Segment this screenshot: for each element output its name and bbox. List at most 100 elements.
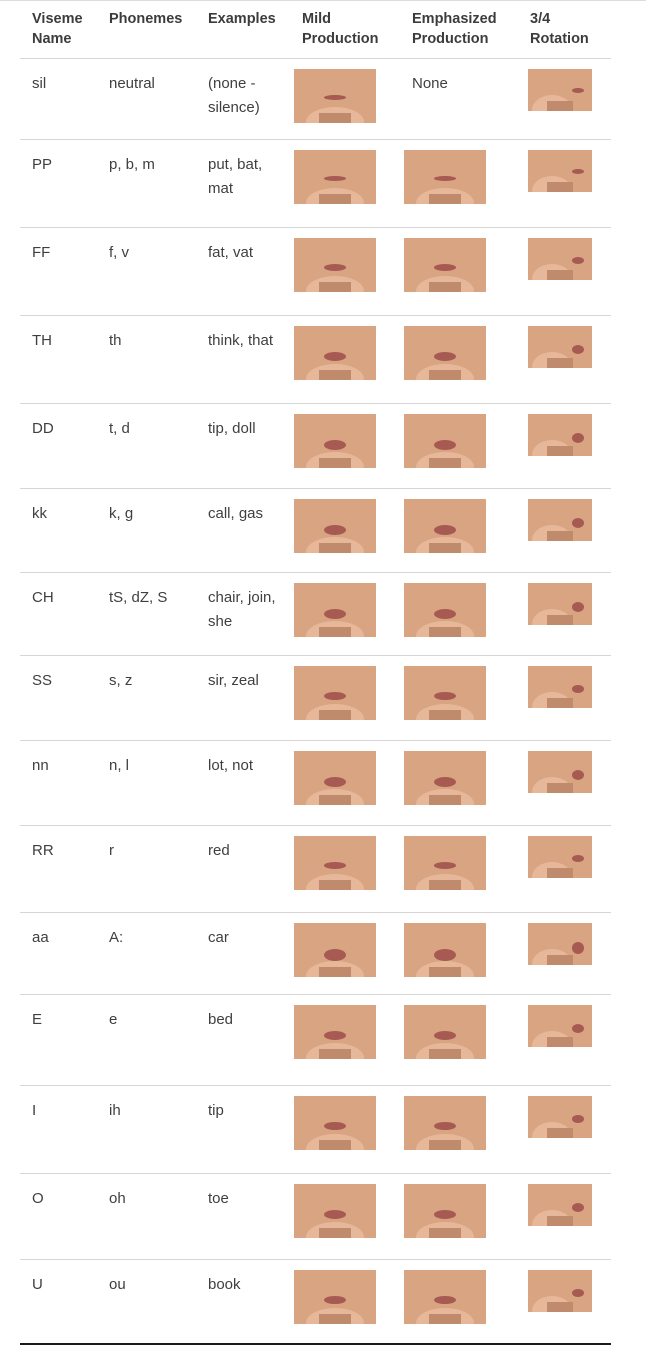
face-neck (428, 370, 462, 380)
rotation-image (528, 1005, 592, 1047)
face-neck (318, 880, 352, 890)
emphasized-production-image-cell (400, 740, 518, 826)
face-mouth (434, 776, 456, 787)
emphasized-production-image (404, 583, 486, 637)
viseme-name: DD (20, 403, 97, 489)
face-mouth (434, 608, 456, 619)
table-row: FF f, v fat, vat (20, 227, 611, 316)
mild-production-image-cell (290, 1173, 400, 1260)
face-mouth (324, 439, 346, 450)
emphasized-production-image (404, 150, 486, 204)
face-neck (318, 967, 352, 977)
emphasized-production-text: None (400, 58, 518, 140)
face-neck (547, 955, 573, 965)
face-mouth (571, 257, 584, 265)
emphasized-production-image (404, 1005, 486, 1059)
rotation-image (528, 666, 592, 708)
face-neck (547, 1037, 573, 1047)
mild-production-image (294, 326, 376, 380)
viseme-name: nn (20, 740, 97, 826)
face-mouth (571, 855, 584, 863)
rotation-image (528, 238, 592, 280)
face-neck (428, 194, 462, 204)
face-neck (318, 710, 352, 720)
face-neck (428, 1228, 462, 1238)
table-row: RR r red (20, 825, 611, 913)
face-neck (547, 783, 573, 793)
viseme-name: aa (20, 912, 97, 995)
viseme-phonemes: k, g (97, 488, 196, 573)
rotation-image-cell (518, 740, 611, 826)
face-neck (547, 1216, 573, 1226)
rotation-image-cell (518, 58, 611, 140)
header-rotation: 3/4 Rotation (518, 1, 611, 59)
viseme-phonemes: e (97, 994, 196, 1086)
rotation-image (528, 1096, 592, 1138)
mild-production-image (294, 1005, 376, 1059)
rotation-image-cell (518, 488, 611, 573)
face-mouth (434, 1030, 456, 1040)
face-neck (318, 1049, 352, 1059)
face-neck (428, 795, 462, 805)
viseme-examples: fat, vat (196, 227, 290, 316)
emphasized-production-image (404, 326, 486, 380)
mild-production-image (294, 1184, 376, 1238)
viseme-table: Viseme Name Phonemes Examples Mild Product… (20, 1, 611, 1345)
viseme-examples: tip (196, 1085, 290, 1174)
viseme-examples: tip, doll (196, 403, 290, 489)
table-header-row: Viseme Name Phonemes Examples Mild Product… (20, 1, 611, 59)
face-mouth (434, 861, 456, 869)
face-mouth (324, 1121, 346, 1130)
rotation-image-cell (518, 1259, 611, 1345)
table-row: Ee bed (20, 994, 611, 1086)
viseme-phonemes: p, b, m (97, 139, 196, 228)
face-mouth (324, 94, 346, 100)
face-neck (428, 458, 462, 468)
face-neck (547, 698, 573, 708)
rotation-image-cell (518, 1173, 611, 1260)
viseme-examples: call, gas (196, 488, 290, 573)
header-examples: Examples (196, 1, 290, 59)
face-mouth (324, 1295, 346, 1304)
viseme-name: TH (20, 315, 97, 404)
mild-production-image-cell (290, 403, 400, 489)
mild-production-image-cell (290, 1259, 400, 1345)
emphasized-production-image-cell (400, 655, 518, 741)
table-row: Uou book (20, 1259, 611, 1345)
viseme-name: SS (20, 655, 97, 741)
viseme-phonemes: r (97, 825, 196, 913)
emphasized-production-image-cell (400, 1173, 518, 1260)
rotation-image-cell (518, 403, 611, 489)
face-mouth (434, 263, 456, 271)
table-row: Iih tip (20, 1085, 611, 1174)
viseme-name: RR (20, 825, 97, 913)
face-neck (428, 627, 462, 637)
mild-production-image (294, 1270, 376, 1324)
face-neck (318, 1314, 352, 1324)
viseme-examples: think, that (196, 315, 290, 404)
emphasized-production-image-cell (400, 403, 518, 489)
viseme-phonemes: oh (97, 1173, 196, 1260)
face-mouth (434, 948, 456, 961)
table-row: Ooh toe (20, 1173, 611, 1260)
face-mouth (571, 518, 584, 529)
face-mouth (434, 1209, 456, 1219)
emphasized-production-image (404, 1096, 486, 1150)
viseme-phonemes: s, z (97, 655, 196, 741)
face-neck (318, 1228, 352, 1238)
viseme-name: sil (20, 58, 97, 140)
rotation-image-cell (518, 912, 611, 995)
table-row: TH th think, that (20, 315, 611, 404)
header-phonemes: Phonemes (97, 1, 196, 59)
face-neck (318, 543, 352, 553)
emphasized-production-image-cell (400, 1259, 518, 1345)
face-neck (318, 795, 352, 805)
face-neck (428, 543, 462, 553)
face-neck (547, 358, 573, 368)
face-neck (547, 1128, 573, 1138)
viseme-examples: put, bat, mat (196, 139, 290, 228)
face-mouth (324, 1030, 346, 1040)
face-neck (428, 1049, 462, 1059)
emphasized-production-image-cell (400, 994, 518, 1086)
face-mouth (324, 175, 346, 181)
